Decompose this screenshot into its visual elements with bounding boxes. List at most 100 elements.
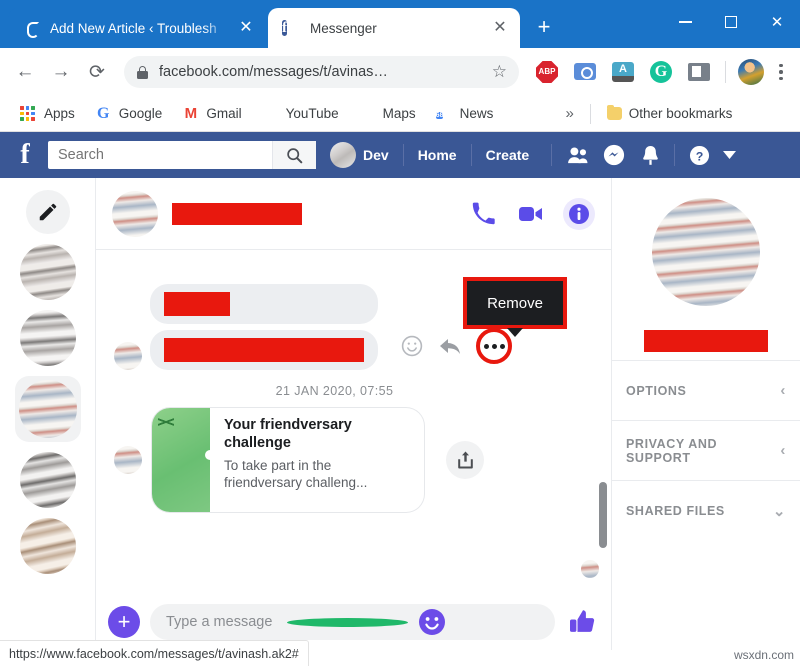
minimize-button[interactable] <box>662 0 708 44</box>
new-tab-button[interactable]: + <box>530 14 558 42</box>
bookmark-apps[interactable]: Apps <box>10 101 85 127</box>
message-input[interactable]: Type a message <box>150 604 555 640</box>
friend-requests-icon[interactable] <box>560 140 596 170</box>
search-input[interactable] <box>48 147 272 163</box>
messenger-icon[interactable] <box>596 140 632 170</box>
help-icon[interactable]: ? <box>681 140 717 170</box>
bookmark-google[interactable]: G Google <box>85 101 173 127</box>
card-image <box>152 408 215 512</box>
grammarly-icon[interactable]: G <box>648 59 674 85</box>
facebook-search[interactable] <box>48 141 316 169</box>
contact-avatar[interactable] <box>112 190 158 237</box>
thread-avatar-5[interactable] <box>19 518 76 574</box>
nav-username[interactable]: Dev <box>363 140 403 170</box>
thread-scrollbar[interactable] <box>599 482 607 548</box>
close-window-button[interactable]: ✕ <box>754 0 800 44</box>
bookmark-label: Gmail <box>206 106 242 121</box>
profile-block <box>612 178 800 360</box>
panel-section-options[interactable]: OPTIONS ‹ <box>612 360 800 420</box>
address-bar-url: facebook.com/messages/t/avinas… <box>159 64 388 80</box>
friendversary-card[interactable]: Your friendversary challenge To take par… <box>152 408 424 512</box>
message-bubbles <box>150 284 378 370</box>
message-bubble[interactable] <box>150 330 378 370</box>
bookmarks-bar: Apps G Google M Gmail YouTube Maps 68 Ne… <box>0 96 800 132</box>
thread-avatar-3[interactable] <box>14 376 81 442</box>
browser-tab-article[interactable]: Add New Article ‹ Troublesh ✕ <box>8 8 266 48</box>
maps-pin-icon <box>359 105 376 122</box>
close-icon[interactable]: ✕ <box>490 18 510 38</box>
compose-icon[interactable] <box>25 190 70 234</box>
other-bookmarks-folder[interactable]: Other bookmarks <box>597 101 743 127</box>
print-capture-icon[interactable] <box>686 59 712 85</box>
chrome-menu-icon[interactable] <box>770 63 792 81</box>
chrome-profile-avatar[interactable] <box>738 59 764 85</box>
emoji-smiley-icon[interactable] <box>418 608 539 636</box>
message-hover-tools <box>400 328 512 364</box>
notifications-bell-icon[interactable] <box>632 140 668 170</box>
watermark: wsxdn.com <box>733 648 794 662</box>
back-icon[interactable]: ← <box>8 55 42 89</box>
nav-user-avatar[interactable] <box>330 142 356 168</box>
bookmark-news[interactable]: 68 News <box>426 101 504 127</box>
bookmark-star-icon[interactable]: ☆ <box>489 62 507 82</box>
card-title: Your friendversary challenge <box>224 417 352 451</box>
share-icon[interactable] <box>446 441 484 479</box>
conversation-info-icon[interactable] <box>563 197 595 230</box>
account-dropdown-icon[interactable] <box>717 140 741 170</box>
article-favicon-icon <box>22 19 40 37</box>
reload-icon[interactable]: ⟳ <box>80 55 114 89</box>
close-icon[interactable]: ✕ <box>236 18 256 38</box>
address-bar[interactable]: facebook.com/messages/t/avinas… ☆ <box>124 56 519 88</box>
translate-icon[interactable]: A <box>610 59 636 85</box>
browser-tab-messenger[interactable]: f Messenger ✕ <box>268 8 520 48</box>
chat-column: 21 JAN 2020, 07:55 Your friendversary ch… <box>96 178 612 650</box>
bookmark-maps[interactable]: Maps <box>349 101 426 127</box>
bookmarks-divider <box>589 103 591 124</box>
tab-title: Add New Article ‹ Troublesh <box>50 20 217 36</box>
forward-icon[interactable]: → <box>44 55 78 89</box>
chevron-down-icon: ⌄ <box>772 502 786 520</box>
voice-call-icon[interactable] <box>467 198 499 230</box>
video-call-icon[interactable] <box>515 198 547 230</box>
bookmark-label: Google <box>118 106 163 121</box>
youtube-icon <box>262 105 279 122</box>
panel-section-privacy-support[interactable]: PRIVACY AND SUPPORT ‹ <box>612 420 800 480</box>
bookmark-label: Maps <box>382 106 416 121</box>
screenshot-camera-icon[interactable] <box>572 59 598 85</box>
section-label: PRIVACY AND SUPPORT <box>626 436 718 465</box>
search-icon[interactable] <box>272 141 316 169</box>
chat-header-actions <box>467 197 595 230</box>
conversation-details-panel: OPTIONS ‹ PRIVACY AND SUPPORT ‹ SHARED F… <box>612 178 800 650</box>
react-emoji-icon[interactable] <box>400 334 424 358</box>
plus-add-icon[interactable]: + <box>108 606 140 638</box>
attachment-card-row: Your friendversary challenge To take par… <box>114 408 585 512</box>
facebook-logo-icon[interactable]: f <box>10 140 40 170</box>
seen-receipt-avatar <box>581 560 599 578</box>
messenger-body: 21 JAN 2020, 07:55 Your friendversary ch… <box>0 178 800 650</box>
profile-avatar[interactable] <box>652 198 760 306</box>
thumbs-up-icon[interactable] <box>565 607 599 637</box>
conversation-rail <box>0 178 96 650</box>
maximize-button[interactable] <box>708 0 754 44</box>
adblock-plus-icon[interactable]: ABP <box>534 59 560 85</box>
chevron-left-icon: ‹ <box>780 442 786 459</box>
panel-section-shared-files[interactable]: SHARED FILES ⌄ <box>612 480 800 540</box>
reply-arrow-icon[interactable] <box>438 334 462 358</box>
bookmarks-overflow-button[interactable]: » <box>555 105 583 122</box>
thread-avatar-2[interactable] <box>19 310 76 366</box>
nav-home[interactable]: Home <box>404 140 471 170</box>
window-controls: ✕ <box>662 0 800 44</box>
thread-avatar-4[interactable] <box>19 452 76 508</box>
lock-icon <box>136 65 149 79</box>
thread-avatar-1[interactable] <box>19 244 76 300</box>
profile-name-redacted <box>644 330 768 352</box>
bookmark-label: Apps <box>44 106 75 121</box>
message-text-redacted <box>164 292 230 316</box>
bookmark-gmail[interactable]: M Gmail <box>172 101 251 127</box>
google-news-icon: 68 <box>435 112 444 119</box>
message-bubble[interactable] <box>150 284 378 324</box>
chat-header <box>96 178 611 250</box>
nav-divider <box>674 144 676 166</box>
nav-create[interactable]: Create <box>472 140 544 170</box>
bookmark-youtube[interactable]: YouTube <box>252 101 349 127</box>
